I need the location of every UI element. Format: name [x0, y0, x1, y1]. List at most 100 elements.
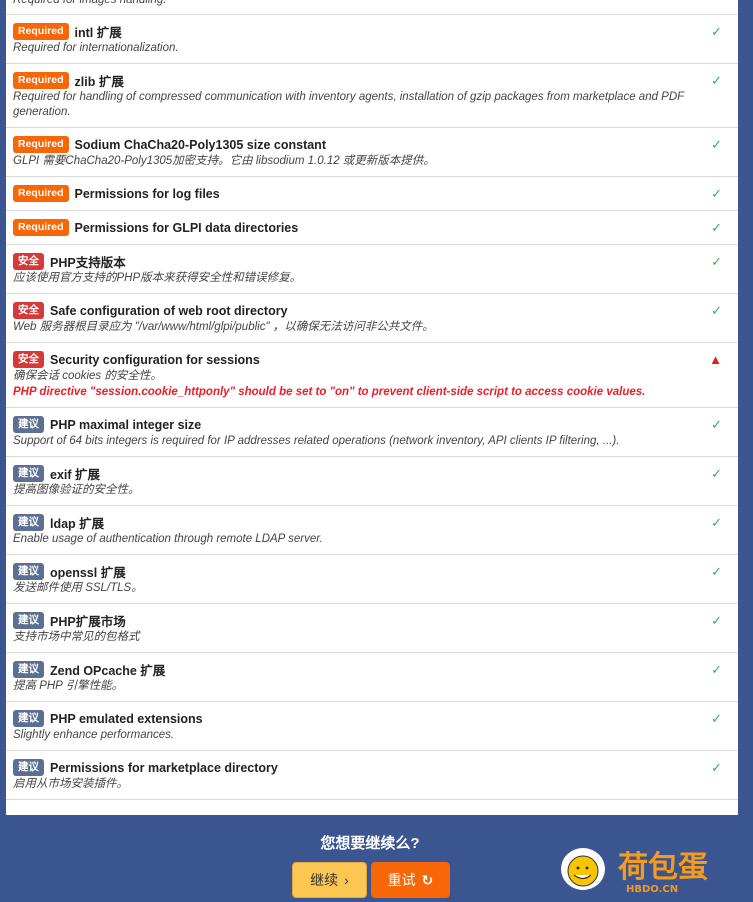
requirement-row: 建议 PHP emulated extensions Slightly enhanc…: [6, 702, 738, 751]
requirement-description: Web 服务器根目录应为 "/var/www/html/glpi/public"…: [13, 321, 434, 333]
requirement-row: 建议 Permissions for marketplace directory 启…: [6, 751, 738, 800]
requirement-description: Slightly enhance performances.: [13, 729, 175, 741]
requirement-title-line: Required intl 扩展: [13, 22, 698, 41]
retry-label: 重试: [387, 872, 416, 888]
requirement-description: 提高图像验证的安全性。: [13, 484, 140, 496]
requirement-badge: Required: [13, 72, 69, 89]
requirement-row: 建议 openssl 扩展发送邮件使用 SSL/TLS。 ✓: [6, 555, 738, 604]
requirement-description: GLPI 需要ChaCha20-Poly1305加密支持。它由 libsodiu…: [13, 155, 435, 167]
check-icon: ✓: [711, 711, 722, 726]
requirement-title: PHP扩展市场: [50, 615, 126, 629]
check-icon: ✓: [711, 254, 722, 269]
requirement-row: Required Permissions for log files ✓: [6, 177, 738, 211]
requirement-description: Support of 64 bits integers is required …: [13, 435, 620, 447]
check-icon: ✓: [711, 417, 722, 432]
requirement-badge: Required: [13, 219, 69, 236]
requirement-title-line: Required Permissions for GLPI data direct…: [13, 218, 698, 237]
requirement-row: Required for images handling.: [6, 0, 738, 15]
requirement-badge: 建议: [13, 514, 44, 531]
check-icon: ✓: [711, 515, 722, 530]
check-icon: ✓: [711, 137, 722, 152]
requirement-title-line: Required Permissions for log files: [13, 184, 698, 203]
continue-label: 继续: [310, 872, 339, 888]
requirement-row: 建议 Zend OPcache 扩展 提高 PHP 引擎性能。 ✓: [6, 653, 738, 702]
check-icon: ✓: [711, 613, 722, 628]
refresh-icon: ↻: [421, 871, 434, 888]
requirement-badge: 建议: [13, 710, 44, 727]
requirement-description: Required for images handling.: [13, 0, 167, 6]
requirement-title-line: Required zlib 扩展: [13, 71, 698, 90]
requirement-title: openssl 扩展: [50, 566, 126, 580]
requirement-row: 安全 PHP支持版本应该使用官方支持的PHP版本来获得安全性和错误修复。 ✓: [6, 245, 738, 294]
requirement-title: Permissions for marketplace directory: [50, 760, 278, 775]
requirement-badge: 建议: [13, 759, 44, 776]
requirement-title: Security configuration for sessions: [50, 352, 260, 367]
requirement-title-line: 建议 ldap 扩展: [13, 513, 698, 532]
requirement-badge: 建议: [13, 465, 44, 482]
chevron-right-icon: ›: [344, 872, 349, 888]
requirement-title-line: Required Sodium ChaCha20-Poly1305 size co…: [13, 135, 698, 154]
check-icon: ✓: [711, 220, 722, 235]
requirement-badge: 建议: [13, 416, 44, 433]
requirement-title: Sodium ChaCha20-Poly1305 size constant: [74, 137, 326, 152]
requirement-title-line: 安全 PHP支持版本: [13, 252, 698, 271]
requirement-title-line: 安全 Safe configuration of web root directo…: [13, 301, 698, 320]
requirement-title: PHP emulated extensions: [50, 711, 203, 726]
requirement-row: Required Permissions for GLPI data direct…: [6, 211, 738, 245]
requirement-badge: Required: [13, 185, 69, 202]
requirement-title-line: 建议 exif 扩展: [13, 464, 698, 483]
requirement-title: PHP maximal integer size: [50, 417, 202, 432]
requirement-badge: 建议: [13, 661, 44, 678]
requirement-title: intl 扩展: [74, 26, 122, 40]
continue-button[interactable]: 继续 ›: [292, 862, 367, 898]
check-icon: ✓: [711, 662, 722, 677]
requirement-title-line: 建议 PHP maximal integer size: [13, 415, 698, 434]
requirement-badge: 建议: [13, 563, 44, 580]
requirement-description: 确保会话 cookies 的安全性。: [13, 370, 162, 382]
site-logo: 荷包蛋 HBDO.CN: [558, 845, 748, 897]
requirement-title: zlib 扩展: [74, 75, 124, 89]
requirement-badge: 建议: [13, 612, 44, 629]
check-icon: ✓: [711, 303, 722, 318]
requirement-badge: 安全: [13, 253, 44, 270]
requirement-row: 建议 exif 扩展提高图像验证的安全性。 ✓: [6, 457, 738, 506]
requirement-title-line: 建议 Zend OPcache 扩展: [13, 660, 698, 679]
requirement-row: 安全 Safe configuration of web root directo…: [6, 294, 738, 343]
requirement-row: Required intl 扩展 Required for internationa…: [6, 15, 738, 64]
requirement-description: Required for internationalization.: [13, 42, 179, 54]
requirement-title-line: 建议 openssl 扩展: [13, 562, 698, 581]
check-icon: ✓: [711, 466, 722, 481]
requirement-title-line: 安全 Security configuration for sessions: [13, 350, 698, 369]
check-icon: ✓: [711, 73, 722, 88]
requirement-title: Permissions for log files: [74, 186, 220, 201]
svg-text:荷包蛋: 荷包蛋: [618, 850, 708, 885]
requirement-title: exif 扩展: [50, 468, 101, 482]
requirement-description: 支持市场中常见的包格式: [13, 631, 140, 643]
requirement-description: 应该使用官方支持的PHP版本来获得安全性和错误修复。: [13, 272, 302, 284]
requirement-row: Required Sodium ChaCha20-Poly1305 size co…: [6, 128, 738, 177]
check-icon: ✓: [711, 24, 722, 39]
retry-button[interactable]: 重试 ↻: [371, 862, 450, 898]
check-icon: ✓: [711, 564, 722, 579]
requirement-description: Required for handling of compressed comm…: [13, 91, 684, 118]
requirement-row: 安全 Security configuration for sessions 确保会…: [6, 343, 738, 408]
requirement-description: 发送邮件使用 SSL/TLS。: [13, 582, 143, 594]
requirement-description: 启用从市场安装插件。: [13, 778, 128, 790]
requirement-title-line: 建议 Permissions for marketplace directory: [13, 758, 698, 777]
svg-text:HBDO.CN: HBDO.CN: [626, 884, 678, 895]
requirement-title-line: 建议 PHP emulated extensions: [13, 709, 698, 728]
requirement-badge: Required: [13, 23, 69, 40]
requirement-title: ldap 扩展: [50, 517, 105, 531]
requirement-row: 建议 PHP扩展市场支持市场中常见的包格式 ✓: [6, 604, 738, 653]
requirement-title: Zend OPcache 扩展: [50, 664, 166, 678]
requirement-badge: 安全: [13, 351, 44, 368]
warning-icon: ▲: [709, 352, 722, 367]
requirement-title-line: 建议 PHP扩展市场: [13, 611, 698, 630]
check-icon: ✓: [711, 186, 722, 201]
requirement-error: PHP directive "session.cookie_httponly" …: [13, 386, 646, 398]
requirement-title: Permissions for GLPI data directories: [74, 220, 299, 235]
requirement-badge: 安全: [13, 302, 44, 319]
requirement-title: Safe configuration of web root directory: [50, 303, 288, 318]
check-icon: ✓: [711, 760, 722, 775]
requirement-title: PHP支持版本: [50, 256, 126, 270]
